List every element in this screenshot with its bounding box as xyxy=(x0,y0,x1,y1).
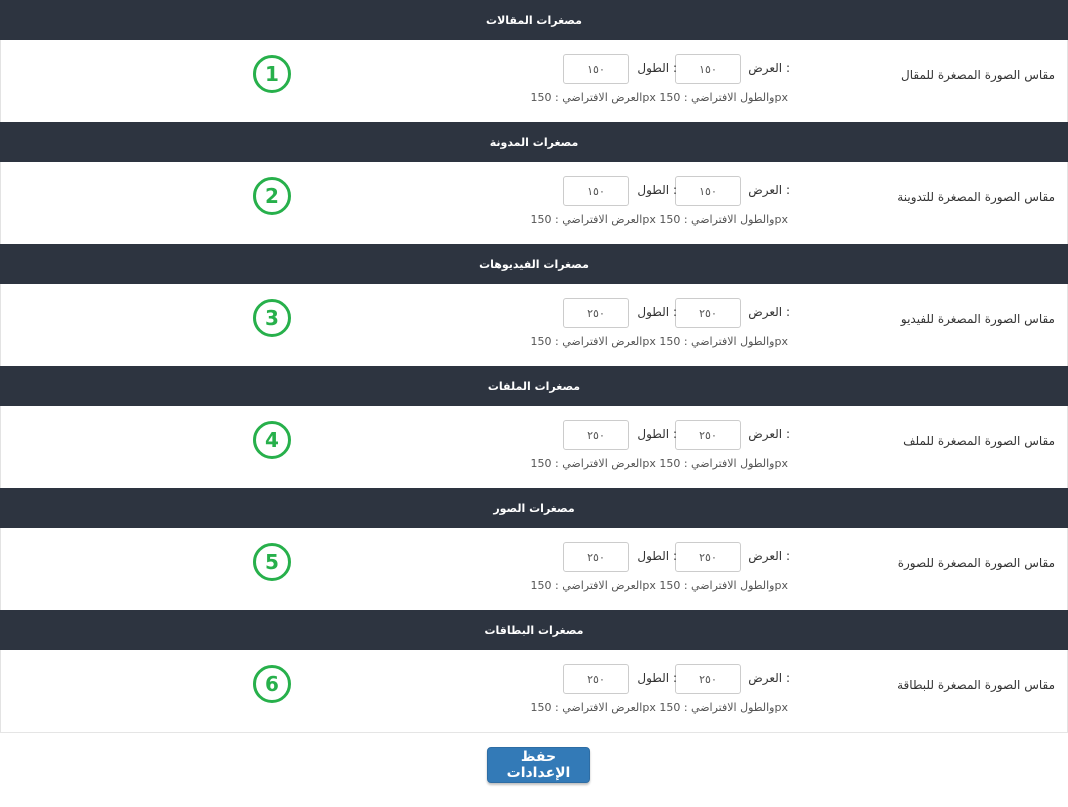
width-input[interactable] xyxy=(675,542,741,572)
section-header: مصغرات البطاقات xyxy=(0,610,1068,650)
number-badge: 6 xyxy=(253,665,291,703)
width-label: العرض : xyxy=(748,549,790,563)
section-body: مقاس الصورة المصغرة للفيديو العرض : الطو… xyxy=(0,284,1068,366)
section-videos: مصغرات الفيديوهات مقاس الصورة المصغرة لل… xyxy=(0,244,1068,366)
default-size-hint: العرض الافتراضي : 150px والطول الافتراضي… xyxy=(530,457,788,470)
row-label: مقاس الصورة المصغرة للفيديو xyxy=(900,312,1055,326)
default-size-hint: العرض الافتراضي : 150px والطول الافتراضي… xyxy=(530,213,788,226)
width-label: العرض : xyxy=(748,61,790,75)
default-size-hint: العرض الافتراضي : 150px والطول الافتراضي… xyxy=(530,335,788,348)
default-size-hint: العرض الافتراضي : 150px والطول الافتراضي… xyxy=(530,701,788,714)
section-header: مصغرات الملفات xyxy=(0,366,1068,406)
save-settings-button[interactable]: حفظ الإعدادات xyxy=(487,747,590,783)
height-input[interactable] xyxy=(563,542,629,572)
number-badge: 4 xyxy=(253,421,291,459)
height-label: الطول : xyxy=(637,183,677,197)
number-badge: 2 xyxy=(253,177,291,215)
section-body: مقاس الصورة المصغرة للصورة العرض : الطول… xyxy=(0,528,1068,610)
row-label: مقاس الصورة المصغرة للملف xyxy=(903,434,1055,448)
width-input[interactable] xyxy=(675,420,741,450)
section-body: مقاس الصورة المصغرة للتدوينة العرض : الط… xyxy=(0,162,1068,244)
section-header: مصغرات المدونة xyxy=(0,122,1068,162)
height-label: الطول : xyxy=(637,305,677,319)
height-label: الطول : xyxy=(637,549,677,563)
section-articles: مصغرات المقالات مقاس الصورة المصغرة للمق… xyxy=(0,0,1068,122)
width-input[interactable] xyxy=(675,664,741,694)
height-input[interactable] xyxy=(563,54,629,84)
section-body: مقاس الصورة المصغرة للملف العرض : الطول … xyxy=(0,406,1068,488)
width-input[interactable] xyxy=(675,54,741,84)
section-body: مقاس الصورة المصغرة للبطاقة العرض : الطو… xyxy=(0,650,1068,732)
width-label: العرض : xyxy=(748,671,790,685)
height-label: الطول : xyxy=(637,61,677,75)
section-images: مصغرات الصور مقاس الصورة المصغرة للصورة … xyxy=(0,488,1068,610)
row-label: مقاس الصورة المصغرة للتدوينة xyxy=(897,190,1055,204)
section-blog: مصغرات المدونة مقاس الصورة المصغرة للتدو… xyxy=(0,122,1068,244)
height-input[interactable] xyxy=(563,664,629,694)
default-size-hint: العرض الافتراضي : 150px والطول الافتراضي… xyxy=(530,579,788,592)
section-header: مصغرات المقالات xyxy=(0,0,1068,40)
width-label: العرض : xyxy=(748,305,790,319)
form-footer: حفظ الإعدادات xyxy=(0,732,1068,807)
height-input[interactable] xyxy=(563,176,629,206)
row-label: مقاس الصورة المصغرة للبطاقة xyxy=(897,678,1055,692)
height-input[interactable] xyxy=(563,420,629,450)
thumbnail-settings-page: مصغرات المقالات مقاس الصورة المصغرة للمق… xyxy=(0,0,1068,806)
section-header: مصغرات الفيديوهات xyxy=(0,244,1068,284)
width-label: العرض : xyxy=(748,183,790,197)
section-files: مصغرات الملفات مقاس الصورة المصغرة للملف… xyxy=(0,366,1068,488)
row-label: مقاس الصورة المصغرة للصورة xyxy=(897,556,1055,570)
number-badge: 1 xyxy=(253,55,291,93)
section-header: مصغرات الصور xyxy=(0,488,1068,528)
section-body: مقاس الصورة المصغرة للمقال العرض : الطول… xyxy=(0,40,1068,122)
section-cards: مصغرات البطاقات مقاس الصورة المصغرة للبط… xyxy=(0,610,1068,732)
height-label: الطول : xyxy=(637,427,677,441)
height-input[interactable] xyxy=(563,298,629,328)
default-size-hint: العرض الافتراضي : 150px والطول الافتراضي… xyxy=(530,91,788,104)
height-label: الطول : xyxy=(637,671,677,685)
number-badge: 5 xyxy=(253,543,291,581)
width-label: العرض : xyxy=(748,427,790,441)
number-badge: 3 xyxy=(253,299,291,337)
row-label: مقاس الصورة المصغرة للمقال xyxy=(901,68,1055,82)
width-input[interactable] xyxy=(675,298,741,328)
width-input[interactable] xyxy=(675,176,741,206)
